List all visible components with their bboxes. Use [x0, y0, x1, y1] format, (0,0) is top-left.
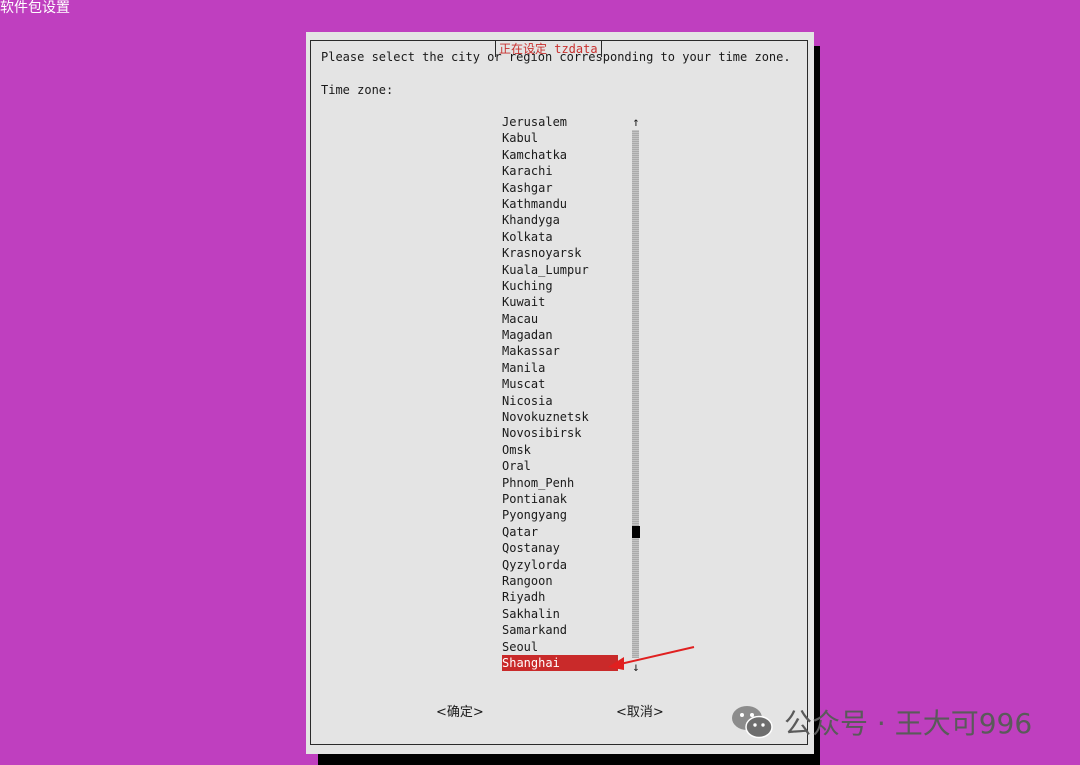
list-item[interactable]: Macau	[502, 311, 618, 327]
list-item[interactable]: Makassar	[502, 343, 618, 359]
wechat-icon	[732, 706, 773, 739]
list-item[interactable]: Kabul	[502, 130, 618, 146]
time-zone-list[interactable]: Jerusalem Kabul Kamchatka Karachi Kashgar Kat…	[502, 114, 618, 672]
list-item[interactable]: Manila	[502, 360, 618, 376]
scroll-track[interactable]	[632, 130, 639, 658]
list-item[interactable]: Sakhalin	[502, 606, 618, 622]
list-item[interactable]: Kamchatka	[502, 147, 618, 163]
time-zone-label: Time zone:	[321, 83, 394, 97]
list-item[interactable]: Oral	[502, 458, 618, 474]
list-scrollbar[interactable]: ↑ ↓	[630, 114, 642, 674]
list-item[interactable]: Novokuznetsk	[502, 409, 618, 425]
list-item[interactable]: Phnom_Penh	[502, 475, 618, 491]
list-item[interactable]: Qostanay	[502, 540, 618, 556]
background-title: 软件包设置	[0, 0, 70, 16]
scroll-thumb[interactable]	[632, 526, 640, 538]
list-item[interactable]: Jerusalem	[502, 114, 618, 130]
list-item[interactable]: Samarkand	[502, 622, 618, 638]
cancel-button[interactable]: <取消>	[616, 704, 664, 722]
list-item[interactable]: Kuching	[502, 278, 618, 294]
list-item[interactable]: Kuala_Lumpur	[502, 262, 618, 278]
list-item[interactable]: Kuwait	[502, 294, 618, 310]
tzdata-dialog: 正在设定 tzdata Please select the city or re…	[306, 32, 814, 754]
list-item[interactable]: Pontianak	[502, 491, 618, 507]
dialog-prompt: Please select the city or region corresp…	[321, 50, 791, 64]
list-item[interactable]: Omsk	[502, 442, 618, 458]
list-item[interactable]: Rangoon	[502, 573, 618, 589]
list-item[interactable]: Kolkata	[502, 229, 618, 245]
list-item[interactable]: Qatar	[502, 524, 618, 540]
list-item[interactable]: Krasnoyarsk	[502, 245, 618, 261]
list-item[interactable]: Karachi	[502, 163, 618, 179]
ok-button[interactable]: <确定>	[436, 704, 484, 722]
list-item[interactable]: Riyadh	[502, 589, 618, 605]
list-item[interactable]: Novosibirsk	[502, 425, 618, 441]
list-item[interactable]: Muscat	[502, 376, 618, 392]
list-item[interactable]: Nicosia	[502, 393, 618, 409]
watermark: 公众号 · 王大可996	[730, 700, 1032, 744]
list-item[interactable]: Khandyga	[502, 212, 618, 228]
list-item[interactable]: Pyongyang	[502, 507, 618, 523]
annotation-arrow-icon	[608, 646, 695, 670]
list-item[interactable]: Kashgar	[502, 180, 618, 196]
list-item[interactable]: Qyzylorda	[502, 557, 618, 573]
list-item[interactable]: Kathmandu	[502, 196, 618, 212]
list-item[interactable]: Magadan	[502, 327, 618, 343]
watermark-text: 公众号 · 王大可996	[784, 707, 1033, 740]
scroll-up-arrow-icon[interactable]: ↑	[630, 114, 642, 130]
